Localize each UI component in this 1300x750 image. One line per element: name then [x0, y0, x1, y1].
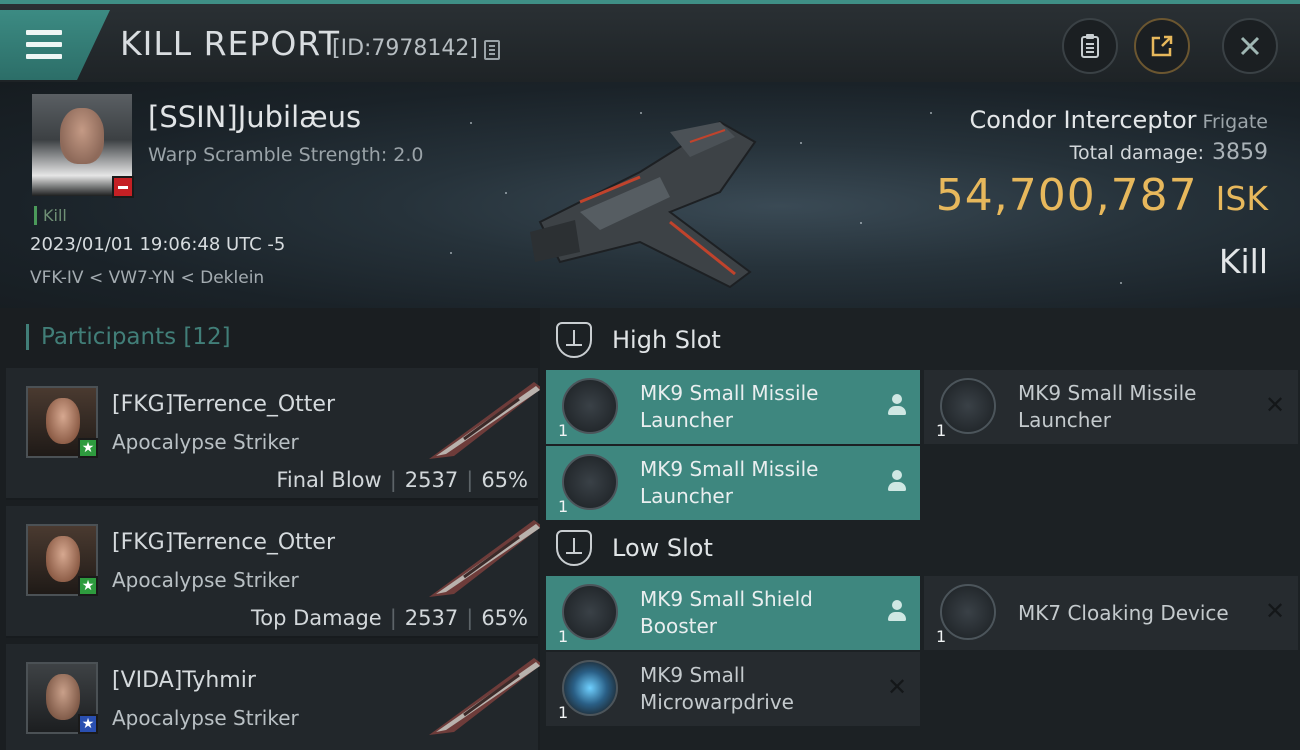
hamburger-icon [26, 30, 62, 66]
missile-launcher-icon [940, 378, 996, 434]
victim-name[interactable]: [SSIN]Jubilæus [148, 100, 361, 134]
participant-avatar: ★ [26, 662, 98, 734]
participant-avatar: ★ [26, 386, 98, 458]
participant-ship: Apocalypse Striker [112, 430, 299, 454]
module-name: MK9 Small Shield Booster [640, 587, 813, 638]
dropped-person-icon [886, 600, 908, 622]
report-button[interactable] [1062, 18, 1118, 74]
module-name: MK9 Small Missile Launcher [640, 457, 819, 508]
module-slot[interactable]: 1 MK9 Small Missile Launcher [546, 446, 920, 520]
kill-location[interactable]: VFK-IV < VW7-YN < Deklein [30, 268, 264, 288]
result-label: Kill [1218, 242, 1268, 281]
participant-card[interactable]: ★ [FKG]Terrence_Otter Apocalypse Striker… [6, 368, 542, 500]
clipboard-icon [1081, 34, 1099, 58]
participant-card[interactable]: ★ [FKG]Terrence_Otter Apocalypse Striker… [6, 506, 542, 638]
ship-image [530, 120, 757, 289]
star-icon: ★ [78, 714, 98, 734]
participant-name: [FKG]Terrence_Otter [112, 530, 336, 555]
high-slot-header: High Slot [556, 322, 721, 358]
module-slot[interactable]: 1 MK9 Small Shield Booster [546, 576, 920, 650]
participant-percent: 65% [481, 606, 528, 630]
destroyed-x-icon: ✕ [1264, 391, 1286, 419]
participant-ship-icon [429, 382, 542, 459]
destroyed-x-icon: ✕ [886, 673, 908, 701]
module-name: MK9 Small Microwarpdrive [640, 663, 794, 714]
module-slot[interactable]: 1 MK9 Small Microwarpdrive ✕ [546, 652, 920, 726]
module-name: MK9 Small Missile Launcher [1018, 381, 1197, 432]
ship-class: Frigate [1202, 111, 1268, 133]
low-slot-icon [556, 530, 592, 566]
warp-scramble-strength: Warp Scramble Strength: 2.0 [148, 144, 424, 166]
isk-unit: ISK [1215, 179, 1268, 218]
module-name: MK7 Cloaking Device [1018, 601, 1229, 625]
participants-count: [12] [183, 324, 231, 350]
share-icon [1151, 35, 1173, 57]
participant-name: [FKG]Terrence_Otter [112, 392, 336, 417]
participant-ship: Apocalypse Striker [112, 568, 299, 592]
total-damage-value: 3859 [1212, 140, 1268, 165]
participants-heading: Participants [12] [26, 324, 231, 350]
share-button[interactable] [1134, 18, 1190, 74]
participant-card[interactable]: ★ [VIDA]Tyhmir Apocalypse Striker [6, 644, 542, 750]
isk-value: 54,700,787 [935, 170, 1198, 221]
kill-timestamp: 2023/01/01 19:06:48 UTC -5 [30, 234, 286, 255]
close-button[interactable] [1222, 18, 1278, 74]
module-slot[interactable]: 1 MK9 Small Missile Launcher [546, 370, 920, 444]
fitting-panel: High Slot 1 MK9 Small Missile Launcher 1… [540, 308, 1300, 750]
victim-banner: [SSIN]Jubilæus Warp Scramble Strength: 2… [0, 82, 1300, 308]
participant-name: [VIDA]Tyhmir [112, 668, 256, 693]
menu-button[interactable] [0, 10, 110, 80]
module-slot[interactable]: 1 MK7 Cloaking Device ✕ [924, 576, 1298, 650]
destroyed-x-icon: ✕ [1264, 597, 1286, 625]
high-slot-icon [556, 322, 592, 358]
dropped-person-icon [886, 470, 908, 492]
missile-launcher-icon [562, 378, 618, 434]
participant-percent: 65% [481, 468, 528, 492]
participant-role: Final Blow [276, 468, 382, 492]
star-icon: ★ [78, 576, 98, 596]
participant-damage: 2537 [404, 468, 459, 492]
star-icon: ★ [78, 438, 98, 458]
participant-damage: 2537 [404, 606, 459, 630]
participants-panel: Participants [12] ★ [FKG]Terrence_Otter … [0, 308, 542, 750]
module-slot[interactable]: 1 MK9 Small Missile Launcher ✕ [924, 370, 1298, 444]
dropped-person-icon [886, 394, 908, 416]
header-bar: KILL REPORT [ID:7978142] [0, 0, 1300, 82]
participant-avatar: ★ [26, 524, 98, 596]
total-damage-label: Total damage: [1069, 142, 1204, 164]
close-icon [1240, 36, 1260, 56]
participant-ship-icon [429, 520, 542, 597]
cloaking-device-icon [940, 584, 996, 640]
copy-icon[interactable] [484, 40, 500, 60]
hostile-badge [112, 176, 134, 198]
kill-tag: Kill [34, 206, 67, 225]
missile-launcher-icon [562, 454, 618, 510]
participant-role: Top Damage [250, 606, 382, 630]
module-name: MK9 Small Missile Launcher [640, 381, 819, 432]
participant-ship: Apocalypse Striker [112, 706, 299, 730]
low-slot-header: Low Slot [556, 530, 713, 566]
participant-ship-icon [429, 658, 542, 735]
ship-name[interactable]: Condor Interceptor [969, 106, 1196, 134]
victim-avatar[interactable] [32, 94, 134, 198]
page-title: KILL REPORT [120, 24, 340, 63]
microwarpdrive-icon [562, 660, 618, 716]
shield-booster-icon [562, 584, 618, 640]
kill-id: [ID:7978142] [332, 36, 478, 61]
